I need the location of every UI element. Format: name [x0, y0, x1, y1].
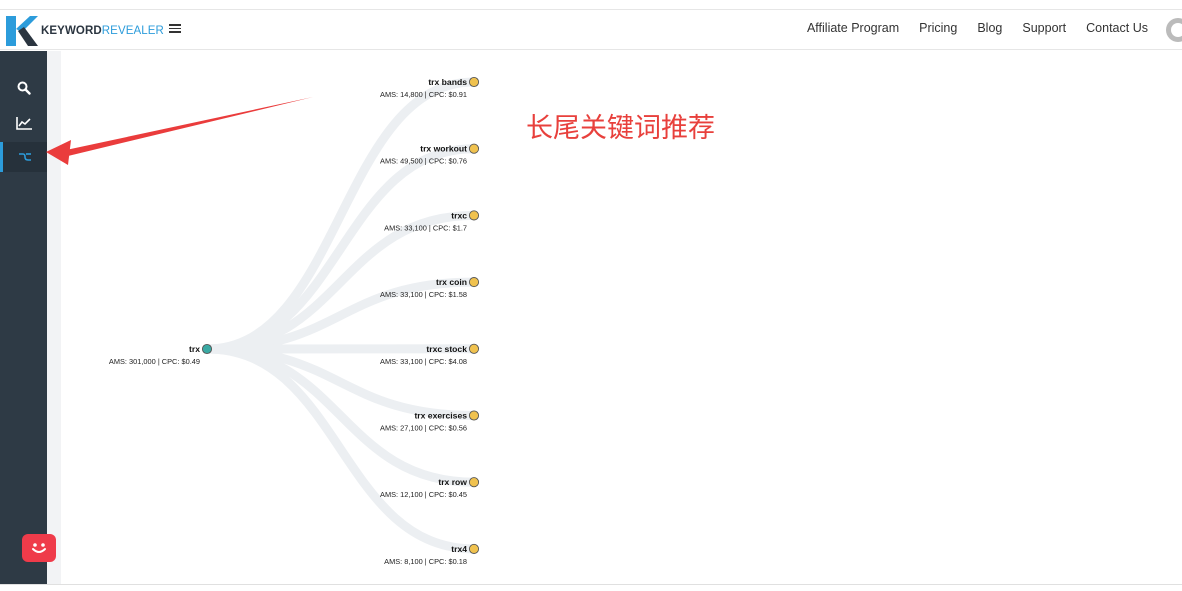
- logo[interactable]: KEYWORDREVEALER: [6, 16, 164, 46]
- tree-link: [202, 344, 479, 554]
- nav-support[interactable]: Support: [1022, 21, 1066, 35]
- node-marker-icon[interactable]: [468, 277, 480, 288]
- keyword-name: trxc: [451, 210, 467, 220]
- tree-link: [202, 77, 479, 354]
- keyword-metrics: AMS: 33,100 | CPC: $4.08: [380, 357, 467, 366]
- keyword-metrics: AMS: 8,100 | CPC: $0.18: [384, 557, 467, 566]
- keyword-tree: trx bands AMS: 14,800 | CPC: $0.91 trx wor…: [46, 76, 480, 566]
- keyword-metrics: AMS: 301,000 | CPC: $0.49: [109, 357, 200, 366]
- tree-icon: [19, 153, 31, 161]
- keyword-metrics: AMS: 14,800 | CPC: $0.91: [380, 90, 467, 99]
- keyword-metrics: AMS: 33,100 | CPC: $1.58: [380, 290, 467, 299]
- nav-contact-us[interactable]: Contact Us: [1086, 21, 1148, 35]
- node-marker-icon[interactable]: [468, 543, 480, 554]
- sidebar-item-analytics[interactable]: [0, 108, 47, 138]
- tree-node[interactable]: trx exercises AMS: 27,100 | CPC: $0.56: [380, 410, 480, 433]
- tree-node[interactable]: trxc stock AMS: 33,100 | CPC: $4.08: [380, 343, 480, 366]
- logo-text-bold: KEYWORD: [41, 25, 102, 37]
- tree-link: [202, 210, 479, 354]
- node-marker-icon[interactable]: [468, 210, 480, 221]
- smiley-chat-icon: [32, 543, 46, 553]
- sidebar: [0, 51, 47, 584]
- logo-k-icon: [6, 16, 38, 46]
- nav-blog[interactable]: Blog: [977, 21, 1002, 35]
- content-gutter: [47, 51, 61, 584]
- tree-node[interactable]: trx row AMS: 12,100 | CPC: $0.45: [380, 477, 480, 499]
- node-marker-icon[interactable]: [468, 76, 480, 88]
- tree-node[interactable]: trxc AMS: 33,100 | CPC: $1.7: [384, 210, 480, 232]
- tree-node[interactable]: trx4 AMS: 8,100 | CPC: $0.18: [384, 543, 480, 566]
- keyword-name: trx exercises: [414, 411, 467, 421]
- nav-pricing[interactable]: Pricing: [919, 21, 957, 35]
- node-marker-icon[interactable]: [468, 343, 480, 354]
- keyword-name: trx: [189, 344, 200, 354]
- keyword-name: trxc stock: [426, 344, 467, 354]
- tree-node[interactable]: trx coin AMS: 33,100 | CPC: $1.58: [380, 277, 480, 299]
- top-nav: Affiliate Program Pricing Blog Support C…: [787, 21, 1148, 35]
- keyword-name: trx bands: [428, 77, 467, 87]
- menu-icon[interactable]: [169, 22, 181, 36]
- node-marker-icon[interactable]: [468, 477, 480, 488]
- chat-widget-button[interactable]: [22, 534, 56, 562]
- keyword-metrics: AMS: 27,100 | CPC: $0.56: [380, 424, 467, 433]
- chart-line-icon: [15, 116, 32, 130]
- tree-node[interactable]: trx AMS: 301,000 | CPC: $0.49: [109, 343, 213, 366]
- app-header: KEYWORDREVEALER Affiliate Program Pricin…: [0, 9, 1182, 50]
- keyword-metrics: AMS: 12,100 | CPC: $0.45: [380, 490, 467, 499]
- node-marker-icon[interactable]: [468, 143, 480, 154]
- logo-text-light: REVEALER: [101, 25, 164, 37]
- node-marker-icon[interactable]: [201, 343, 213, 355]
- tree-node[interactable]: trx workout AMS: 49,500 | CPC: $0.76: [380, 143, 480, 166]
- sidebar-item-tree[interactable]: [0, 142, 47, 172]
- user-avatar[interactable]: [1166, 18, 1182, 42]
- logo-text: KEYWORDREVEALER: [41, 25, 164, 37]
- annotation-label: 长尾关键词推荐: [526, 113, 715, 144]
- node-marker-icon[interactable]: [468, 410, 480, 421]
- tree-link: [202, 144, 479, 354]
- keyword-name: trx4: [451, 544, 467, 554]
- nav-affiliate-program[interactable]: Affiliate Program: [807, 21, 899, 35]
- bottom-divider: [0, 584, 1182, 585]
- tree-nodes: trx bands AMS: 14,800 | CPC: $0.91 trx wor…: [109, 76, 480, 566]
- keyword-name: trx row: [438, 477, 467, 487]
- search-icon: [17, 81, 31, 95]
- keyword-name: trx workout: [420, 144, 467, 154]
- sidebar-item-search[interactable]: [0, 73, 47, 103]
- keyword-name: trx coin: [436, 277, 467, 287]
- callout-arrow: [46, 97, 313, 165]
- tree-node[interactable]: trx bands AMS: 14,800 | CPC: $0.91: [380, 76, 480, 99]
- keyword-metrics: AMS: 49,500 | CPC: $0.76: [380, 157, 467, 166]
- keyword-metrics: AMS: 33,100 | CPC: $1.7: [384, 223, 467, 232]
- top-strip: [0, 0, 1182, 9]
